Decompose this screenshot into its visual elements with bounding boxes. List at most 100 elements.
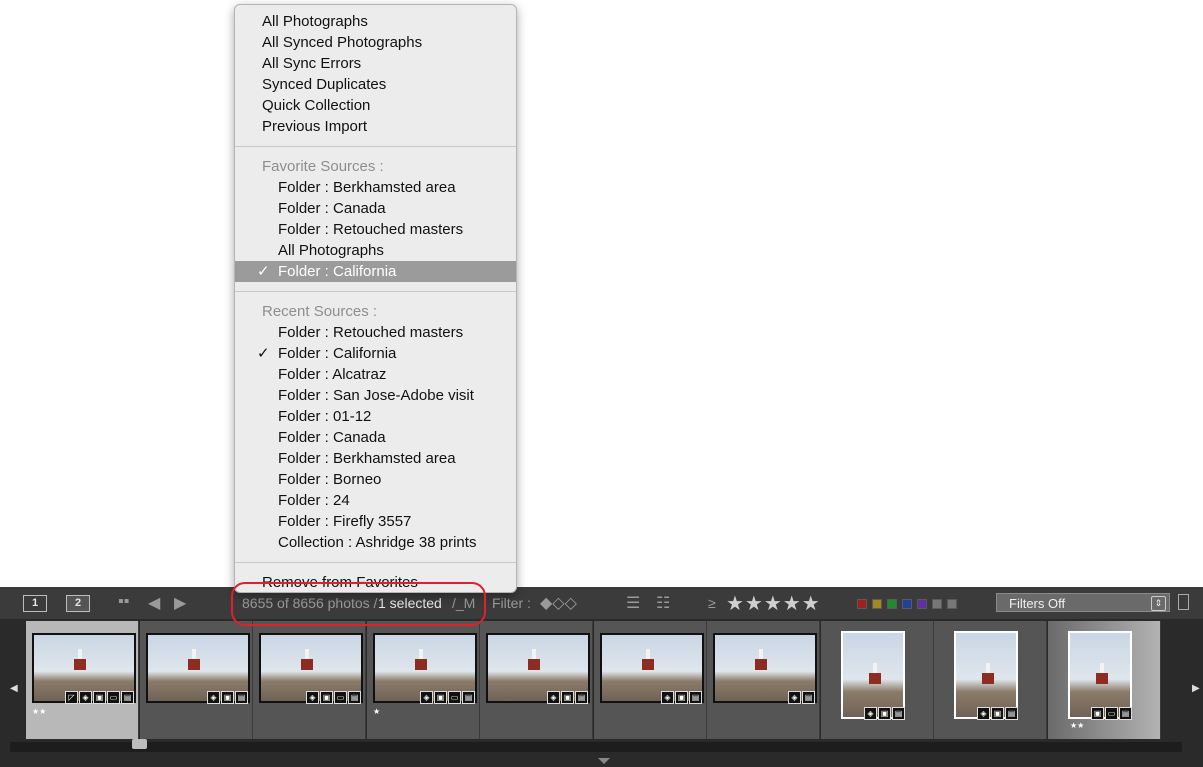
metadata-badge-icon[interactable]: ◈ (977, 707, 990, 720)
filter-preset-select[interactable]: Filters Off ⇕ (996, 593, 1170, 612)
metadata-badge-icon[interactable]: ▣ (320, 691, 333, 704)
metadata-badge-icon[interactable]: ▣ (675, 691, 688, 704)
filmstrip-thumbnail-cell[interactable]: ◸ ◈ ▣ ▭ ▤ ★★ (26, 621, 139, 739)
metadata-badge-icon[interactable]: ▣ (878, 707, 891, 720)
color-label-filter-swatch[interactable] (857, 599, 867, 609)
recent-source-item[interactable]: Folder : Alcatraz (235, 364, 516, 385)
recent-source-item[interactable]: Folder : 01-12 (235, 406, 516, 427)
menu-item[interactable]: All Sync Errors (235, 53, 516, 74)
metadata-badge-icon[interactable]: ▤ (121, 691, 134, 704)
menu-item-label: All Photographs (278, 242, 384, 259)
recent-source-item[interactable]: ✓ Folder : California (235, 343, 516, 364)
menu-item[interactable]: Quick Collection (235, 95, 516, 116)
filmstrip-thumbnail-cell[interactable]: ◈ ▣ ▤ (594, 621, 707, 739)
source-dropdown-menu: All Photographs All Synced Photographs All… (234, 4, 517, 593)
filter-lock-icon[interactable] (1178, 594, 1189, 610)
edited-filter-icon[interactable]: ☰ (626, 593, 640, 613)
color-label-filter-swatch[interactable] (917, 599, 927, 609)
color-label-filter-swatch[interactable] (872, 599, 882, 609)
back-arrow-icon[interactable]: ◀ (148, 593, 160, 613)
primary-view-button[interactable]: 1 (23, 595, 47, 612)
color-label-filter-swatch[interactable] (902, 599, 912, 609)
recent-source-item[interactable]: Folder : San Jose-Adobe visit (235, 385, 516, 406)
scrollbar-thumb[interactable] (132, 739, 147, 749)
metadata-badge-icon[interactable]: ▤ (802, 691, 815, 704)
filmstrip-scrollbar[interactable] (10, 742, 1182, 752)
metadata-badge-icon[interactable]: ▭ (448, 691, 461, 704)
rating-filter-stars[interactable]: ★★★★★ (726, 591, 821, 616)
rating-operator[interactable]: ≥ (708, 595, 716, 611)
metadata-badge-icon[interactable]: ▭ (1105, 707, 1118, 720)
flag-filter-icon[interactable]: ◆◇◇ (540, 593, 577, 613)
metadata-badge-icon[interactable]: ▣ (221, 691, 234, 704)
metadata-badge-icon[interactable]: ▣ (93, 691, 106, 704)
metadata-badge-icon[interactable]: ◈ (661, 691, 674, 704)
filmstrip-thumbnail-cell[interactable]: ◈ ▣ ▭ ▤ ★ (367, 621, 480, 739)
photo-thumbnail[interactable] (841, 631, 905, 719)
scroll-right-icon[interactable]: ▶ (1192, 683, 1200, 694)
secondary-view-button[interactable]: 2 (66, 595, 90, 612)
metadata-badge-icon[interactable]: ◸ (65, 691, 78, 704)
metadata-badge-icon[interactable]: ▤ (892, 707, 905, 720)
favorite-source-item[interactable]: ✓ Folder : California (235, 261, 516, 282)
filmstrip-thumbnail-cell[interactable]: ◈ ▣ ▤ (821, 621, 934, 739)
metadata-badge-icon[interactable]: ◈ (207, 691, 220, 704)
metadata-badge-icon[interactable]: ▤ (235, 691, 248, 704)
collapse-panel-icon[interactable] (598, 758, 610, 764)
metadata-badge-icon[interactable]: ▣ (434, 691, 447, 704)
photo-thumbnail[interactable] (1068, 631, 1132, 719)
menu-item[interactable]: Synced Duplicates (235, 74, 516, 95)
recent-source-item[interactable]: Folder : Borneo (235, 469, 516, 490)
thumbnail-badges: ◸ ◈ ▣ ▭ ▤ (65, 691, 134, 704)
metadata-badge-icon[interactable]: ◈ (547, 691, 560, 704)
unedited-filter-icon[interactable]: ☷ (656, 593, 670, 613)
metadata-badge-icon[interactable]: ▤ (1119, 707, 1132, 720)
metadata-badge-icon[interactable]: ▤ (462, 691, 475, 704)
favorite-source-item[interactable]: Folder : Berkhamsted area (235, 177, 516, 198)
metadata-badge-icon[interactable]: ◈ (306, 691, 319, 704)
metadata-badge-icon[interactable]: ◈ (788, 691, 801, 704)
grid-icon[interactable]: ▪▪ (118, 593, 129, 611)
filmstrip-thumbnail-cell[interactable]: ◈ ▣ ▤ (480, 621, 593, 739)
metadata-badge-icon[interactable]: ◈ (864, 707, 877, 720)
menu-item-label: Folder : Canada (278, 200, 386, 217)
color-label-filter-swatch[interactable] (887, 599, 897, 609)
filmstrip-thumbnail-cell[interactable]: ◈ ▣ ▤ (140, 621, 253, 739)
filmstrip-thumbnail-cell[interactable]: ◈ ▤ (707, 621, 820, 739)
metadata-badge-icon[interactable]: ▭ (334, 691, 347, 704)
metadata-badge-icon[interactable]: ▣ (991, 707, 1004, 720)
recent-source-item[interactable]: Folder : Retouched masters (235, 322, 516, 343)
scroll-left-icon[interactable]: ◀ (10, 683, 18, 694)
metadata-badge-icon[interactable]: ▭ (107, 691, 120, 704)
recent-source-item[interactable]: Folder : Firefly 3557 (235, 511, 516, 532)
menu-item[interactable]: All Synced Photographs (235, 32, 516, 53)
recent-source-item[interactable]: Folder : 24 (235, 490, 516, 511)
photo-thumbnail[interactable] (954, 631, 1018, 719)
favorite-source-item[interactable]: Folder : Retouched masters (235, 219, 516, 240)
forward-arrow-icon[interactable]: ▶ (174, 593, 186, 613)
filmstrip-toolbar: 1 2 ▪▪ ◀ ▶ 8655 of 8656 photos / 1 selec… (0, 587, 1203, 619)
favorite-sources-header: Favorite Sources : (235, 156, 516, 177)
metadata-badge-icon[interactable]: ▣ (561, 691, 574, 704)
color-label-filter-swatch[interactable] (932, 599, 942, 609)
menu-item-label: Quick Collection (262, 97, 371, 114)
filmstrip-thumbnail-cell[interactable]: ▣ ▭ ▤ ★★ (1048, 621, 1161, 739)
metadata-badge-icon[interactable]: ▣ (1091, 707, 1104, 720)
metadata-badge-icon[interactable]: ▤ (575, 691, 588, 704)
recent-source-item[interactable]: Folder : Canada (235, 427, 516, 448)
metadata-badge-icon[interactable]: ▤ (1005, 707, 1018, 720)
menu-item-label: Previous Import (262, 118, 368, 135)
metadata-badge-icon[interactable]: ◈ (79, 691, 92, 704)
metadata-badge-icon[interactable]: ▤ (348, 691, 361, 704)
favorite-source-item[interactable]: All Photographs (235, 240, 516, 261)
filmstrip-thumbnail-cell[interactable]: ◈ ▣ ▭ ▤ (253, 621, 366, 739)
recent-source-item[interactable]: Folder : Berkhamsted area (235, 448, 516, 469)
metadata-badge-icon[interactable]: ▤ (689, 691, 702, 704)
menu-item[interactable]: All Photographs (235, 11, 516, 32)
recent-source-item[interactable]: Collection : Ashridge 38 prints (235, 532, 516, 553)
favorite-source-item[interactable]: Folder : Canada (235, 198, 516, 219)
color-label-filter-swatch[interactable] (947, 599, 957, 609)
metadata-badge-icon[interactable]: ◈ (420, 691, 433, 704)
menu-item[interactable]: Previous Import (235, 116, 516, 137)
filmstrip-thumbnail-cell[interactable]: ◈ ▣ ▤ (934, 621, 1047, 739)
